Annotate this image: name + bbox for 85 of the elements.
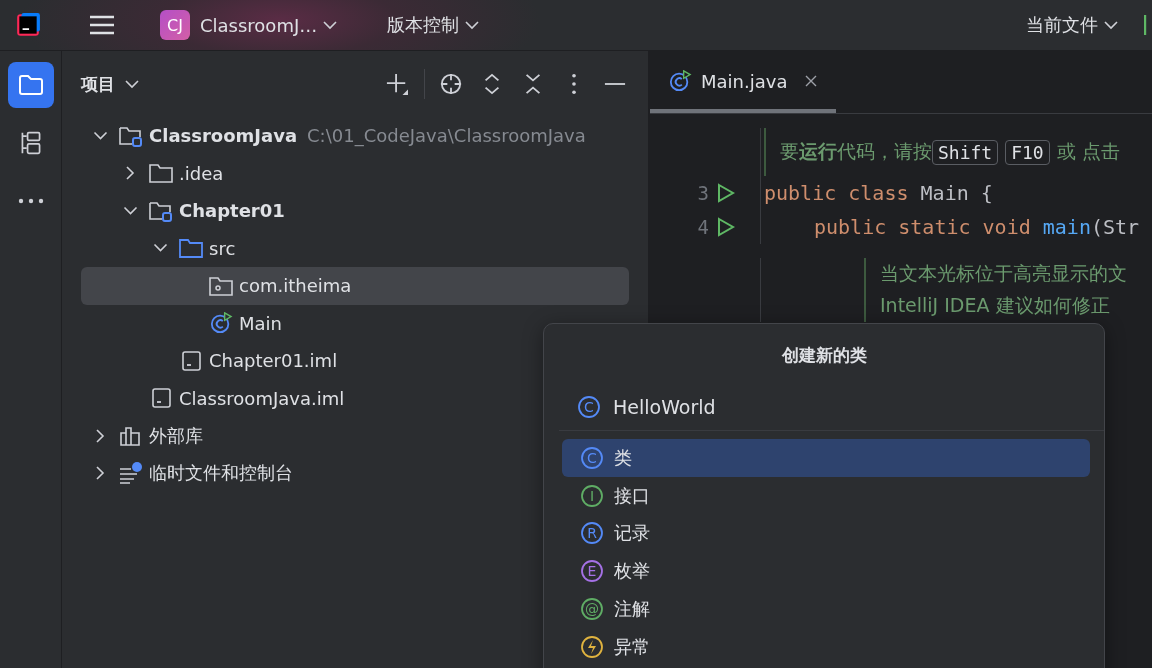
editor-tab[interactable]: Main.java <box>650 53 836 113</box>
locate-icon[interactable] <box>440 73 462 95</box>
folder-icon <box>179 237 203 260</box>
chevron-down-icon <box>465 20 480 30</box>
tree-label: com.itheima <box>239 275 352 297</box>
more-icon <box>17 198 44 204</box>
doc-comment: 当文本光标位于高亮显示的文 <box>880 261 1127 286</box>
library-icon <box>119 424 143 447</box>
tree-item[interactable]: ClassroomJava C:\01_CodeJava\ClassroomJava <box>81 117 629 155</box>
class-kind-item[interactable]: 异常 <box>562 628 1090 666</box>
item-label: 记录 <box>614 521 650 546</box>
file-icon <box>179 349 203 372</box>
kind-icon: R <box>580 521 604 546</box>
chevron-down-icon <box>323 20 338 30</box>
class-icon <box>668 70 692 92</box>
doc-comment: 或 点击 <box>1056 139 1120 164</box>
file-icon <box>149 387 173 410</box>
kind-icon: C <box>580 445 604 470</box>
chevron-icon[interactable] <box>153 243 167 253</box>
tree-label: ClassroomJava <box>149 125 298 147</box>
app-logo-icon[interactable] <box>15 12 41 38</box>
scratch-icon <box>119 462 143 485</box>
doc-comment: IntelliJ IDEA 建议如何修正 <box>880 293 1110 318</box>
kind-icon: I <box>580 483 604 508</box>
chevron-down-icon <box>1104 20 1118 30</box>
tree-item[interactable]: Chapter01 <box>81 192 629 230</box>
menu-icon[interactable] <box>89 14 115 36</box>
class-kind-item[interactable]: C 类 <box>562 439 1090 477</box>
run-config-menu[interactable]: 当前文件 <box>1016 13 1104 37</box>
key-badge: Shift <box>932 139 999 165</box>
key-badge: F10 <box>1005 139 1050 165</box>
tree-label: 临时文件和控制台 <box>149 461 293 486</box>
panel-title[interactable]: 项目 <box>81 72 115 96</box>
close-icon[interactable] <box>805 75 818 87</box>
item-label: 类 <box>614 445 632 470</box>
class-kind-item[interactable]: R 记录 <box>562 514 1090 553</box>
package-folder-icon <box>209 274 233 297</box>
kind-icon: E <box>580 559 604 584</box>
doc-comment: 要运行代码，请按 <box>780 139 932 164</box>
tree-label: src <box>209 237 236 259</box>
class-icon <box>209 312 233 335</box>
project-path: C:\01_CodeJava\ClassroomJava <box>307 125 586 147</box>
add-icon[interactable] <box>386 73 408 95</box>
project-tool-button[interactable] <box>7 62 54 108</box>
kind-icon: @ <box>580 597 604 622</box>
run-icon[interactable] <box>717 217 735 237</box>
tree-label: Main <box>239 312 282 334</box>
folder-icon <box>149 162 173 185</box>
chevron-icon[interactable] <box>93 131 107 141</box>
class-kind-item[interactable]: E 枚举 <box>562 552 1090 591</box>
class-kind-item[interactable]: @ 注解 <box>562 590 1090 628</box>
line-number: 4 <box>697 216 709 238</box>
chevron-icon[interactable] <box>95 466 105 481</box>
class-icon: C <box>577 395 601 419</box>
tree-item[interactable]: com.itheima <box>81 267 629 305</box>
item-label: 注解 <box>614 597 650 622</box>
tree-label: ClassroomJava.iml <box>179 387 345 409</box>
tree-label: 外部库 <box>149 423 203 448</box>
class-name-field[interactable]: HelloWorld <box>611 395 915 419</box>
tree-item[interactable]: .idea <box>81 154 629 192</box>
module-folder-icon <box>149 199 173 222</box>
project-badge[interactable]: CJ <box>160 10 190 40</box>
tree-label: .idea <box>179 162 224 184</box>
line-number: 3 <box>697 182 709 204</box>
module-folder-icon <box>119 124 143 147</box>
tree-label: Chapter01.iml <box>209 350 338 372</box>
vcs-menu[interactable]: 版本控制 <box>377 13 466 37</box>
class-kind-item[interactable]: I 接口 <box>562 476 1090 515</box>
chevron-down-icon[interactable] <box>125 79 139 89</box>
dialog-title: 创建新的类 <box>780 344 868 367</box>
code-line: public class Main { <box>764 181 993 205</box>
folder-icon <box>17 73 44 97</box>
tree-label: Chapter01 <box>179 200 285 222</box>
chevron-icon[interactable] <box>125 166 135 181</box>
chevron-icon[interactable] <box>123 206 137 216</box>
run-icon[interactable] <box>717 183 735 203</box>
chevron-icon[interactable] <box>95 428 105 443</box>
item-label: 接口 <box>614 483 650 508</box>
item-label: 枚举 <box>614 559 650 584</box>
tree-item[interactable]: Chapter01.iml <box>81 342 629 380</box>
code-line: public static void main(Str <box>814 215 1140 239</box>
tab-label: Main.java <box>701 70 788 92</box>
tree-item[interactable]: src <box>81 229 629 267</box>
project-switcher[interactable]: ClassroomJ… <box>190 14 324 36</box>
item-label: 异常 <box>614 634 650 659</box>
